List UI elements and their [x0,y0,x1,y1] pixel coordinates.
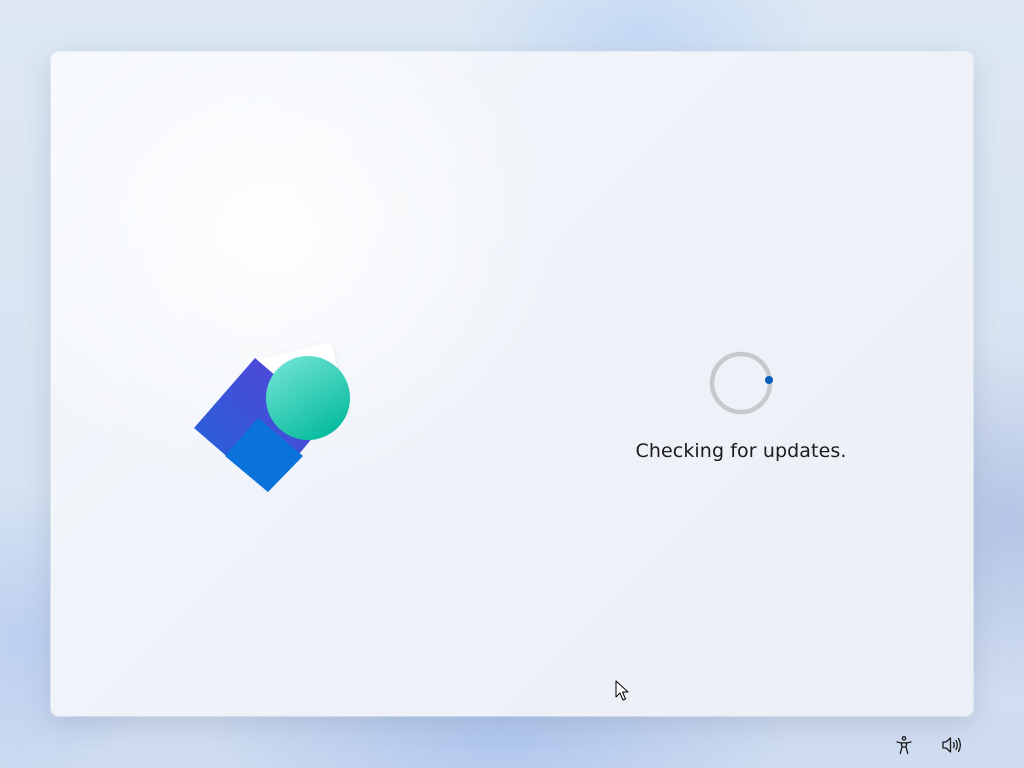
illustration-graphic [194,342,350,492]
update-status-area: Checking for updates. [591,348,891,478]
loading-spinner-icon [709,351,773,415]
accessibility-button[interactable] [889,730,919,760]
mouse-cursor-icon [615,680,629,701]
volume-button[interactable] [937,730,967,760]
status-message: Checking for updates. [635,440,847,462]
volume-icon [942,737,961,753]
windows-setup-illustration [141,292,361,502]
teal-circle-shape [266,356,350,440]
setup-window: Checking for updates. [51,52,973,716]
accessibility-icon [896,736,912,755]
